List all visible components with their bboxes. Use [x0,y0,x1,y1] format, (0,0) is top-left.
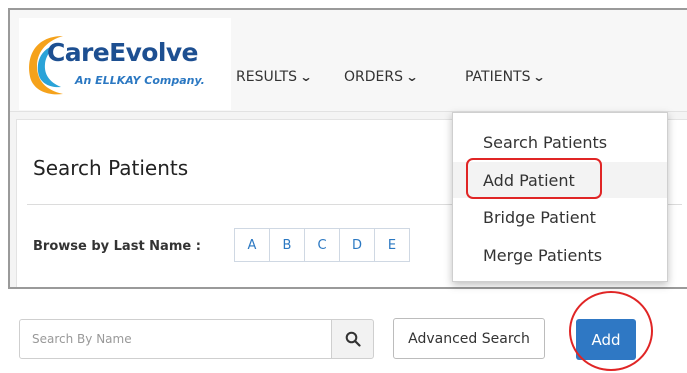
careevolve-logo[interactable]: CareEvolve An ELLKAY Company. [19,18,231,110]
search-input[interactable]: Search By Name [19,319,332,359]
brand-tagline: An ELLKAY Company. [75,74,205,87]
highlight-annotation-box [466,158,602,199]
letter-c-button[interactable]: C [304,228,340,262]
top-navbar: CareEvolve An ELLKAY Company. RESULTS ⌄ … [10,10,687,112]
letter-d-button[interactable]: D [339,228,375,262]
page-title: Search Patients [33,156,189,180]
letter-a-button[interactable]: A [234,228,270,262]
menu-item-search-patients[interactable]: Search Patients [453,124,667,160]
chevron-down-icon: ⌄ [532,70,547,84]
nav-patients[interactable]: PATIENTS ⌄ [465,69,547,85]
menu-item-merge-patients[interactable]: Merge Patients [453,237,667,273]
nav-orders[interactable]: ORDERS ⌄ [344,69,419,85]
nav-results-label: RESULTS [236,69,298,85]
search-icon [345,331,361,347]
highlight-annotation-circle [569,291,653,371]
brand-name: CareEvolve [47,38,198,67]
letter-b-button[interactable]: B [269,228,305,262]
nav-patients-label: PATIENTS [465,69,531,85]
letter-e-button[interactable]: E [374,228,410,262]
menu-item-bridge-patient[interactable]: Bridge Patient [453,199,667,235]
browse-label: Browse by Last Name : [33,239,201,254]
nav-orders-label: ORDERS [344,69,403,85]
chevron-down-icon: ⌄ [299,70,313,84]
search-button[interactable] [331,319,374,359]
alphabet-filter: A B C D E [234,228,410,262]
chevron-down-icon: ⌄ [405,70,419,84]
advanced-search-button[interactable]: Advanced Search [393,318,545,359]
nav-results[interactable]: RESULTS ⌄ [236,69,313,85]
